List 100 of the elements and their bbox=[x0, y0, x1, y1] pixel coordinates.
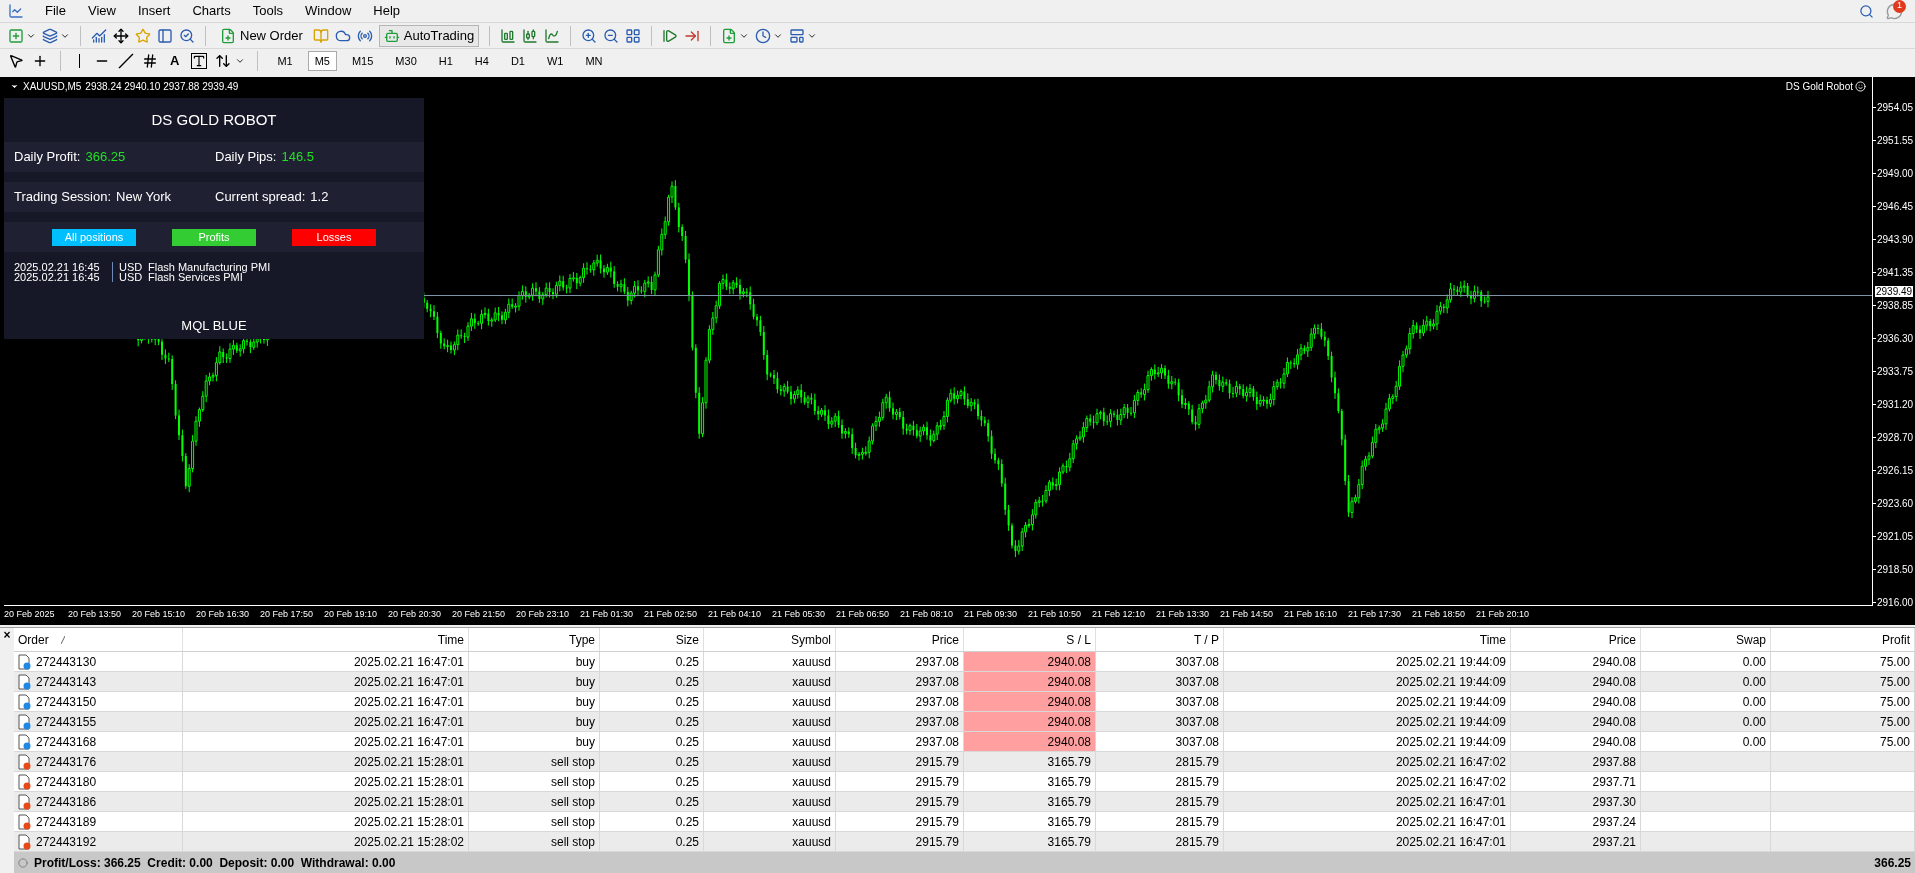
column-header[interactable]: Order bbox=[14, 628, 183, 651]
timeframe-button[interactable]: M15 bbox=[344, 51, 381, 71]
order-row[interactable]: 272443192 2025.02.21 15:28:02 sell stop 0.25 xauusd 2915.79 3165.79 2815.79 2025.02.21 16:47:01 2937.21 bbox=[14, 832, 1915, 852]
template-icon[interactable] bbox=[789, 27, 806, 44]
new-order-button[interactable]: New Order bbox=[216, 25, 307, 46]
table-cell: 2025.02.21 16:47:01 bbox=[183, 712, 469, 731]
arrows-icon[interactable] bbox=[215, 53, 232, 69]
trend-line-icon[interactable] bbox=[118, 53, 134, 69]
timeframe-button[interactable]: M30 bbox=[388, 51, 424, 71]
table-cell: 3165.79 bbox=[964, 772, 1096, 791]
order-row[interactable]: 272443180 2025.02.21 15:28:01 sell stop 0.25 xauusd 2915.79 3165.79 2815.79 2025.02.21 16:47:02 2937.71 bbox=[14, 772, 1915, 792]
panel-icon[interactable] bbox=[157, 27, 173, 44]
file-plus-icon[interactable] bbox=[721, 27, 738, 44]
clock-icon[interactable] bbox=[755, 27, 772, 44]
grid-icon[interactable] bbox=[625, 27, 642, 44]
timeframe-button[interactable]: W1 bbox=[539, 51, 571, 71]
timeframe-button[interactable]: M1 bbox=[270, 51, 300, 71]
menu-item[interactable]: File bbox=[36, 1, 75, 21]
menu-item[interactable]: Help bbox=[364, 1, 410, 21]
menu-item[interactable]: Tools bbox=[243, 1, 293, 21]
text-tool[interactable]: A bbox=[166, 51, 184, 71]
bar-chart-icon[interactable] bbox=[500, 27, 517, 44]
column-header[interactable]: Time bbox=[1224, 628, 1511, 651]
plus-square-icon[interactable] bbox=[8, 27, 24, 44]
column-header[interactable]: Swap bbox=[1641, 628, 1771, 651]
stat-label: Trading Session: bbox=[14, 188, 112, 207]
layers-icon[interactable] bbox=[42, 27, 58, 44]
table-cell: 0.25 bbox=[600, 672, 704, 691]
search-icon[interactable] bbox=[1859, 3, 1874, 19]
column-header[interactable]: S / L bbox=[964, 628, 1096, 651]
menu-item[interactable]: Window bbox=[296, 1, 361, 21]
table-cell: 2815.79 bbox=[1096, 832, 1224, 851]
timeframe-button[interactable]: D1 bbox=[503, 51, 532, 71]
table-cell: 3037.08 bbox=[1096, 692, 1224, 711]
timeframe-button[interactable]: H4 bbox=[467, 51, 496, 71]
time-tick-label: 21 Feb 10:50 bbox=[1028, 608, 1083, 621]
star-icon[interactable] bbox=[135, 27, 151, 44]
order-row[interactable]: 272443186 2025.02.21 15:28:01 sell stop 0.25 xauusd 2915.79 3165.79 2815.79 2025.02.21 16:47:01 2937.30 bbox=[14, 792, 1915, 812]
table-cell: 0.25 bbox=[600, 712, 704, 731]
table-cell: 2940.08 bbox=[964, 672, 1096, 691]
table-cell: 75.00 bbox=[1771, 732, 1915, 751]
table-cell: 0.25 bbox=[600, 652, 704, 671]
auto-trading-button[interactable]: AutoTrading bbox=[378, 24, 480, 47]
filter-button[interactable]: Losses bbox=[292, 228, 376, 246]
column-header[interactable]: Symbol bbox=[704, 628, 836, 651]
column-header[interactable]: Type bbox=[469, 628, 600, 651]
column-header[interactable]: T / P bbox=[1096, 628, 1224, 651]
column-header[interactable]: Size bbox=[600, 628, 704, 651]
chat-icon[interactable] bbox=[1886, 2, 1903, 20]
line-chart-icon[interactable] bbox=[544, 27, 561, 44]
menu-item[interactable]: View bbox=[78, 1, 125, 21]
time-tick-label: 20 Feb 19:10 bbox=[324, 608, 379, 621]
column-header[interactable]: Profit bbox=[1771, 628, 1915, 651]
timeframe-button[interactable]: MN bbox=[578, 51, 610, 71]
table-cell: xauusd bbox=[704, 712, 836, 731]
menu-item[interactable]: Insert bbox=[128, 1, 180, 21]
candlestick-icon[interactable] bbox=[522, 27, 539, 44]
timeframe-button[interactable]: H1 bbox=[431, 51, 460, 71]
time-tick-label: 20 Feb 13:50 bbox=[68, 608, 123, 621]
timeframe-button[interactable]: M5 bbox=[307, 51, 337, 71]
table-cell: 0.00 bbox=[1641, 672, 1771, 691]
zoom-in-icon[interactable] bbox=[581, 27, 598, 44]
table-cell: 0.25 bbox=[600, 832, 704, 851]
order-row[interactable]: 272443143 2025.02.21 16:47:01 buy 0.25 xauusd 2937.08 2940.08 3037.08 2025.02.21 19:44:09 2940.08 0.00 75.00 bbox=[14, 672, 1915, 692]
news-currency: USD bbox=[112, 262, 146, 272]
order-row[interactable]: 272443150 2025.02.21 16:47:01 buy 0.25 xauusd 2937.08 2940.08 3037.08 2025.02.21 19:44:09 2940.08 0.00 75.00 bbox=[14, 692, 1915, 712]
order-row[interactable]: 272443130 2025.02.21 16:47:01 buy 0.25 xauusd 2937.08 2940.08 3037.08 2025.02.21 19:44:09 2940.08 0.00 75.00 bbox=[14, 652, 1915, 672]
table-cell: xauusd bbox=[704, 792, 836, 811]
price-tick-label: 2928.70 bbox=[1876, 431, 1914, 445]
chart-icon[interactable] bbox=[91, 27, 107, 44]
table-cell: 2940.08 bbox=[1511, 652, 1641, 671]
label-tool-icon[interactable] bbox=[191, 53, 208, 69]
stat-label: Daily Pips: bbox=[215, 148, 277, 167]
symbol-label: XAUUSD,M5 bbox=[23, 80, 82, 94]
price-tick-label: 2951.55 bbox=[1876, 134, 1914, 148]
time-tick-label: 21 Feb 08:10 bbox=[900, 608, 955, 621]
channel-icon[interactable] bbox=[142, 53, 158, 69]
app-icon[interactable] bbox=[8, 3, 24, 19]
step-forward-icon[interactable] bbox=[662, 27, 679, 44]
file-plus-icon bbox=[220, 27, 236, 44]
cursor-icon[interactable] bbox=[8, 53, 24, 69]
order-row[interactable]: 272443155 2025.02.21 16:47:01 buy 0.25 xauusd 2937.08 2940.08 3037.08 2025.02.21 19:44:09 2940.08 0.00 75.00 bbox=[14, 712, 1915, 732]
order-row[interactable]: 272443168 2025.02.21 16:47:01 buy 0.25 xauusd 2937.08 2940.08 3037.08 2025.02.21 19:44:09 2940.08 0.00 75.00 bbox=[14, 732, 1915, 752]
column-header[interactable]: Price bbox=[836, 628, 964, 651]
table-cell: 2025.02.21 19:44:09 bbox=[1224, 732, 1511, 751]
caret-icon[interactable] bbox=[235, 56, 246, 66]
total-profit: 366.25 bbox=[1874, 854, 1911, 872]
zoom-out-icon[interactable] bbox=[603, 27, 620, 44]
table-cell: buy bbox=[469, 712, 600, 731]
order-row[interactable]: 272443189 2025.02.21 15:28:01 sell stop 0.25 xauusd 2915.79 3165.79 2815.79 2025.02.21 16:47:01 2937.24 bbox=[14, 812, 1915, 832]
order-row[interactable]: 272443176 2025.02.21 15:28:01 sell stop 0.25 xauusd 2915.79 3165.79 2815.79 2025.02.21 16:47:02 2937.88 bbox=[14, 752, 1915, 772]
menu-item[interactable]: Charts bbox=[183, 1, 240, 21]
crosshair-icon[interactable] bbox=[32, 53, 48, 69]
table-cell: 272443189 bbox=[14, 812, 183, 831]
column-header[interactable]: Time bbox=[183, 628, 469, 651]
column-header[interactable]: Price bbox=[1511, 628, 1641, 651]
smiley-icon[interactable] bbox=[1855, 81, 1866, 92]
search-check-icon[interactable] bbox=[179, 27, 195, 44]
dropdown-icon[interactable] bbox=[10, 82, 19, 91]
move-icon[interactable] bbox=[113, 27, 129, 44]
